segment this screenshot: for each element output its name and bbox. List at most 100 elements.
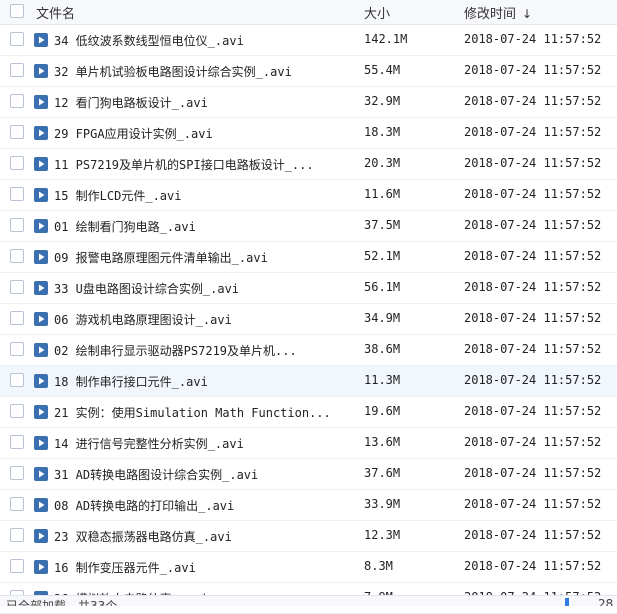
row-checkbox[interactable]	[10, 497, 24, 511]
file-row[interactable]: 14 进行信号完整性分析实例_.avi 13.6M 2018-07-24 11:57…	[0, 428, 617, 459]
video-file-icon	[34, 560, 48, 574]
file-row[interactable]: 21 实例：使用Simulation Math Function... 19.6M…	[0, 397, 617, 428]
file-size: 55.4M	[364, 63, 401, 77]
video-file-icon	[34, 250, 48, 264]
row-checkbox[interactable]	[10, 559, 24, 573]
file-size: 11.3M	[364, 373, 401, 387]
file-name[interactable]: 02 绘制串行显示驱动器PS7219及单片机...	[54, 342, 358, 359]
file-modified-time: 2018-07-24 11:57:52	[464, 280, 602, 294]
video-file-icon	[34, 219, 48, 233]
file-size: 32.9M	[364, 94, 401, 108]
video-file-icon	[34, 312, 48, 326]
file-row[interactable]: 29 FPGA应用设计实例_.avi 18.3M 2018-07-24 11:57:…	[0, 118, 617, 149]
row-checkbox[interactable]	[10, 311, 24, 325]
row-checkbox[interactable]	[10, 342, 24, 356]
row-checkbox[interactable]	[10, 187, 24, 201]
row-checkbox[interactable]	[10, 249, 24, 263]
video-file-icon	[34, 374, 48, 388]
file-modified-time: 2018-07-24 11:57:52	[464, 559, 602, 573]
file-name[interactable]: 12 看门狗电路板设计_.avi	[54, 94, 358, 111]
video-file-icon	[34, 157, 48, 171]
file-size: 52.1M	[364, 249, 401, 263]
row-checkbox[interactable]	[10, 125, 24, 139]
file-size: 12.3M	[364, 528, 401, 542]
file-size: 8.3M	[364, 559, 393, 573]
file-row[interactable]: 34 低纹波系数线型恒电位仪_.avi 142.1M 2018-07-24 11:5…	[0, 25, 617, 56]
row-checkbox[interactable]	[10, 466, 24, 480]
column-header-size[interactable]: 大小	[364, 3, 390, 22]
file-row[interactable]: 09 报警电路原理图元件清单输出_.avi 52.1M 2018-07-24 11:…	[0, 242, 617, 273]
file-name[interactable]: 16 制作变压器元件_.avi	[54, 559, 358, 576]
file-row[interactable]: 08 AD转换电路的打印输出_.avi 33.9M 2018-07-24 11:57…	[0, 490, 617, 521]
row-checkbox[interactable]	[10, 404, 24, 418]
file-modified-time: 2018-07-24 11:57:52	[464, 497, 602, 511]
file-row[interactable]: 11 PS7219及单片机的SPI接口电路板设计_... 20.3M 2018-07…	[0, 149, 617, 180]
file-row[interactable]: 12 看门狗电路板设计_.avi 32.9M 2018-07-24 11:57:52	[0, 87, 617, 118]
file-name[interactable]: 09 报警电路原理图元件清单输出_.avi	[54, 249, 358, 266]
file-list-header: 文件名 大小 修改时间 ↓	[0, 0, 617, 25]
file-size: 37.6M	[364, 466, 401, 480]
row-checkbox[interactable]	[10, 156, 24, 170]
video-file-icon	[34, 126, 48, 140]
video-file-icon	[34, 436, 48, 450]
file-name[interactable]: 06 游戏机电路原理图设计_.avi	[54, 311, 358, 328]
column-header-name[interactable]: 文件名	[36, 3, 75, 22]
row-checkbox[interactable]	[10, 94, 24, 108]
file-name[interactable]: 15 制作LCD元件_.avi	[54, 187, 358, 204]
status-bar: 已全部加载，共33个 28	[0, 595, 617, 606]
row-checkbox[interactable]	[10, 373, 24, 387]
file-modified-time: 2018-07-24 11:57:52	[464, 311, 602, 325]
file-row[interactable]: 32 单片机试验板电路图设计综合实例_.avi 55.4M 2018-07-24 1…	[0, 56, 617, 87]
file-size: 33.9M	[364, 497, 401, 511]
file-modified-time: 2018-07-24 11:57:52	[464, 342, 602, 356]
row-checkbox[interactable]	[10, 280, 24, 294]
file-row[interactable]: 15 制作LCD元件_.avi 11.6M 2018-07-24 11:57:52	[0, 180, 617, 211]
file-size: 19.6M	[364, 404, 401, 418]
row-checkbox[interactable]	[10, 528, 24, 542]
video-file-icon	[34, 64, 48, 78]
sort-desc-icon: ↓	[522, 7, 533, 21]
file-name[interactable]: 18 制作串行接口元件_.avi	[54, 373, 358, 390]
file-modified-time: 2018-07-24 11:57:52	[464, 94, 602, 108]
file-row[interactable]: 16 制作变压器元件_.avi 8.3M 2018-07-24 11:57:52	[0, 552, 617, 583]
file-row[interactable]: 01 绘制看门狗电路_.avi 37.5M 2018-07-24 11:57:52	[0, 211, 617, 242]
file-name[interactable]: 14 进行信号完整性分析实例_.avi	[54, 435, 358, 452]
file-size: 20.3M	[364, 156, 401, 170]
video-file-icon	[34, 467, 48, 481]
file-name[interactable]: 32 单片机试验板电路图设计综合实例_.avi	[54, 63, 358, 80]
file-name[interactable]: 29 FPGA应用设计实例_.avi	[54, 125, 358, 142]
file-name[interactable]: 34 低纹波系数线型恒电位仪_.avi	[54, 32, 358, 49]
file-name[interactable]: 23 双稳态振荡器电路仿真_.avi	[54, 528, 358, 545]
file-row[interactable]: 23 双稳态振荡器电路仿真_.avi 12.3M 2018-07-24 11:57:…	[0, 521, 617, 552]
file-row[interactable]: 18 制作串行接口元件_.avi 11.3M 2018-07-24 11:57:52	[0, 366, 617, 397]
video-file-icon	[34, 33, 48, 47]
select-all-checkbox[interactable]	[10, 4, 24, 18]
video-file-icon	[34, 281, 48, 295]
file-name[interactable]: 31 AD转换电路图设计综合实例_.avi	[54, 466, 358, 483]
file-row[interactable]: 06 游戏机电路原理图设计_.avi 34.9M 2018-07-24 11:57:…	[0, 304, 617, 335]
file-modified-time: 2018-07-24 11:57:52	[464, 218, 602, 232]
file-size: 13.6M	[364, 435, 401, 449]
file-row[interactable]: 02 绘制串行显示驱动器PS7219及单片机... 38.6M 2018-07-24…	[0, 335, 617, 366]
file-modified-time: 2018-07-24 11:57:52	[464, 125, 602, 139]
file-row[interactable]: 33 U盘电路图设计综合实例_.avi 56.1M 2018-07-24 11:57…	[0, 273, 617, 304]
file-name[interactable]: 21 实例：使用Simulation Math Function...	[54, 404, 358, 421]
file-name[interactable]: 11 PS7219及单片机的SPI接口电路板设计_...	[54, 156, 358, 173]
row-checkbox[interactable]	[10, 63, 24, 77]
file-modified-time: 2018-07-24 11:57:52	[464, 32, 602, 46]
column-header-modified[interactable]: 修改时间 ↓	[464, 3, 532, 22]
file-row[interactable]: 31 AD转换电路图设计综合实例_.avi 37.6M 2018-07-24 11:…	[0, 459, 617, 490]
video-file-icon	[34, 188, 48, 202]
row-checkbox[interactable]	[10, 435, 24, 449]
row-checkbox[interactable]	[10, 218, 24, 232]
file-modified-time: 2018-07-24 11:57:52	[464, 249, 602, 263]
file-list: 34 低纹波系数线型恒电位仪_.avi 142.1M 2018-07-24 11:5…	[0, 25, 617, 614]
file-modified-time: 2018-07-24 11:57:52	[464, 466, 602, 480]
row-checkbox[interactable]	[10, 32, 24, 46]
file-name[interactable]: 33 U盘电路图设计综合实例_.avi	[54, 280, 358, 297]
file-size: 56.1M	[364, 280, 401, 294]
file-name[interactable]: 08 AD转换电路的打印输出_.avi	[54, 497, 358, 514]
file-name[interactable]: 01 绘制看门狗电路_.avi	[54, 218, 358, 235]
file-modified-time: 2018-07-24 11:57:52	[464, 404, 602, 418]
file-modified-time: 2018-07-24 11:57:52	[464, 187, 602, 201]
